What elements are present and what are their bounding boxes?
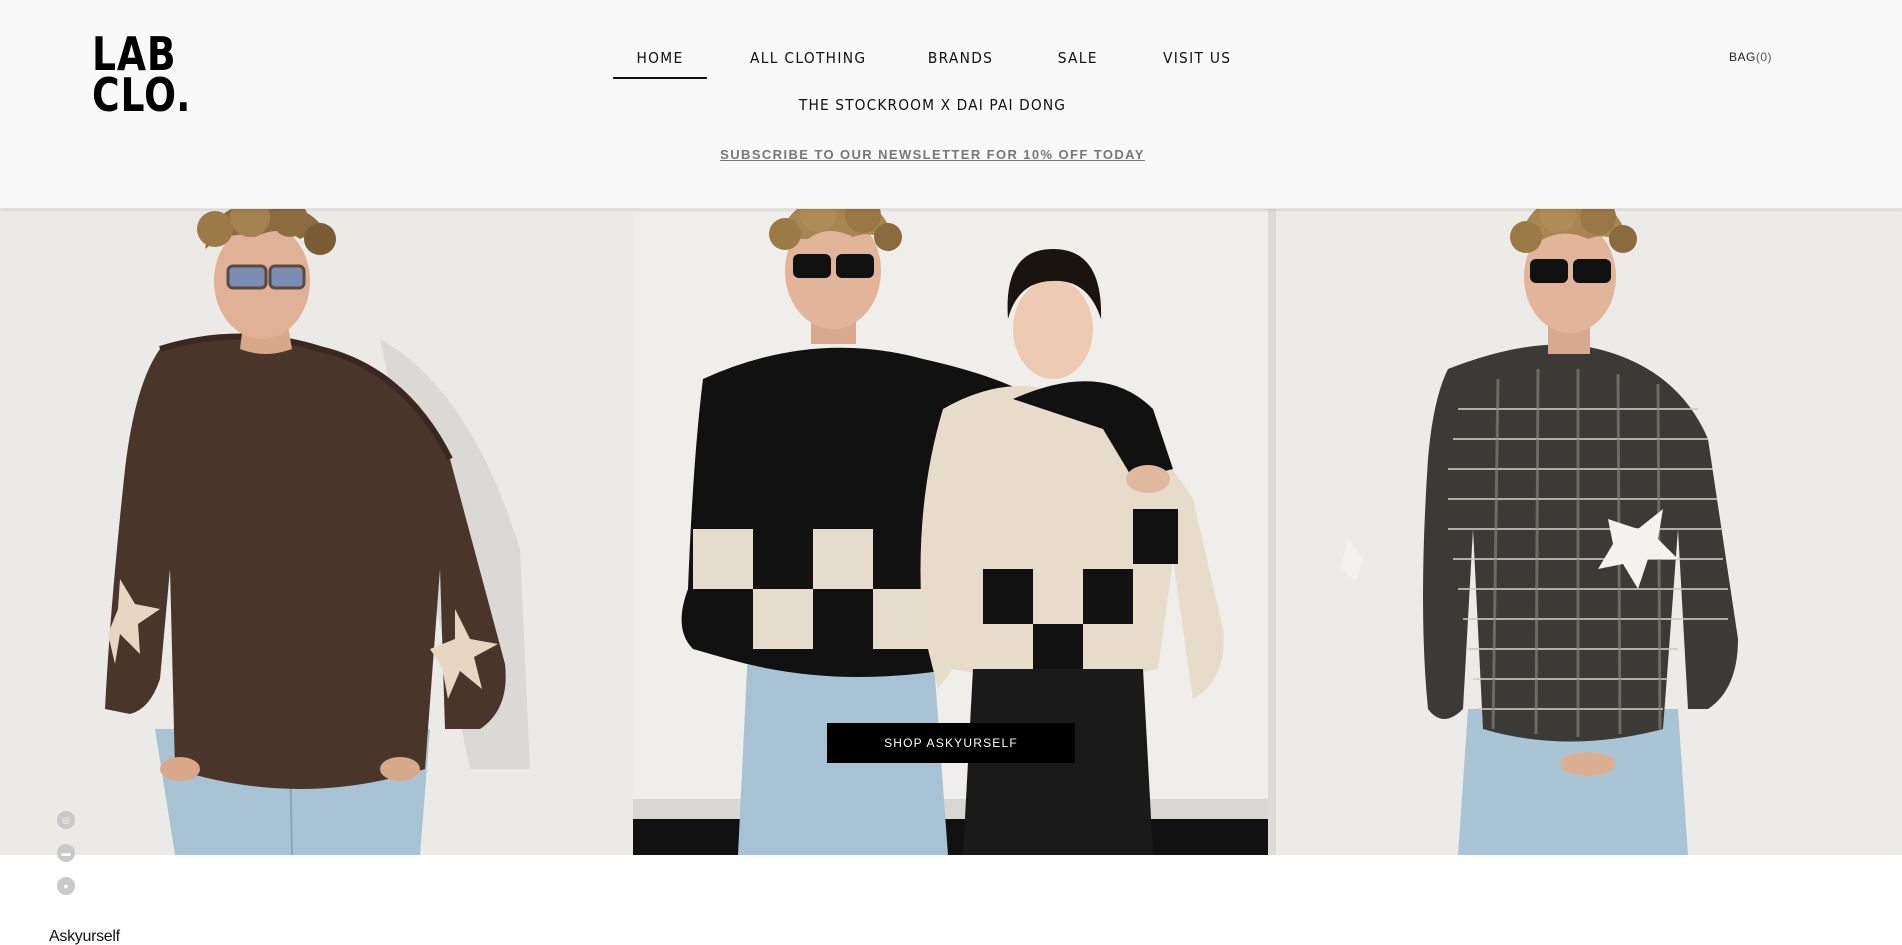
- main-nav: HOME ALL CLOTHING BRANDS SALE VISIT US: [609, 46, 1234, 79]
- hero-image-3-illustration: [1268, 209, 1902, 855]
- site-header: LAB CLO. HOME ALL CLOTHING BRANDS SALE V…: [0, 0, 1902, 209]
- section-title: Askyurself: [49, 928, 120, 945]
- shop-askyurself-button[interactable]: SHOP ASKYURSELF: [827, 723, 1075, 763]
- newsletter-link-wrap: SUBSCRIBE TO OUR NEWSLETTER FOR 10% OFF …: [0, 147, 1865, 162]
- nav-item-home[interactable]: HOME: [613, 46, 707, 79]
- wechat-glyph: ●: [63, 880, 69, 891]
- wechat-icon[interactable]: ●: [57, 877, 75, 895]
- instagram-glyph: ◎: [62, 814, 70, 825]
- secondary-nav: THE STOCKROOM X DAI PAI DONG: [75, 96, 1791, 114]
- message-glyph: ▬: [61, 847, 71, 858]
- bag-link[interactable]: BAG(0): [1729, 50, 1772, 64]
- hero-image-1-illustration: [0, 209, 633, 855]
- instagram-icon[interactable]: ◎: [57, 811, 75, 829]
- nav-item-all-clothing[interactable]: ALL CLOTHING: [750, 46, 866, 79]
- hero-image-3[interactable]: [1268, 209, 1902, 855]
- bag-count: (0): [1755, 50, 1773, 64]
- hero-image-1[interactable]: [0, 209, 633, 855]
- nav-item-sale[interactable]: SALE: [1058, 46, 1098, 79]
- message-icon[interactable]: ▬: [57, 844, 75, 862]
- bag-label: BAG: [1729, 50, 1756, 64]
- newsletter-link[interactable]: SUBSCRIBE TO OUR NEWSLETTER FOR 10% OFF …: [720, 147, 1145, 162]
- nav-item-visit-us[interactable]: VISIT US: [1163, 46, 1231, 79]
- nav-item-brands[interactable]: BRANDS: [928, 46, 993, 79]
- nav-item-stockroom[interactable]: THE STOCKROOM X DAI PAI DONG: [799, 96, 1066, 114]
- hero-banner: SHOP ASKYURSELF: [0, 209, 1902, 855]
